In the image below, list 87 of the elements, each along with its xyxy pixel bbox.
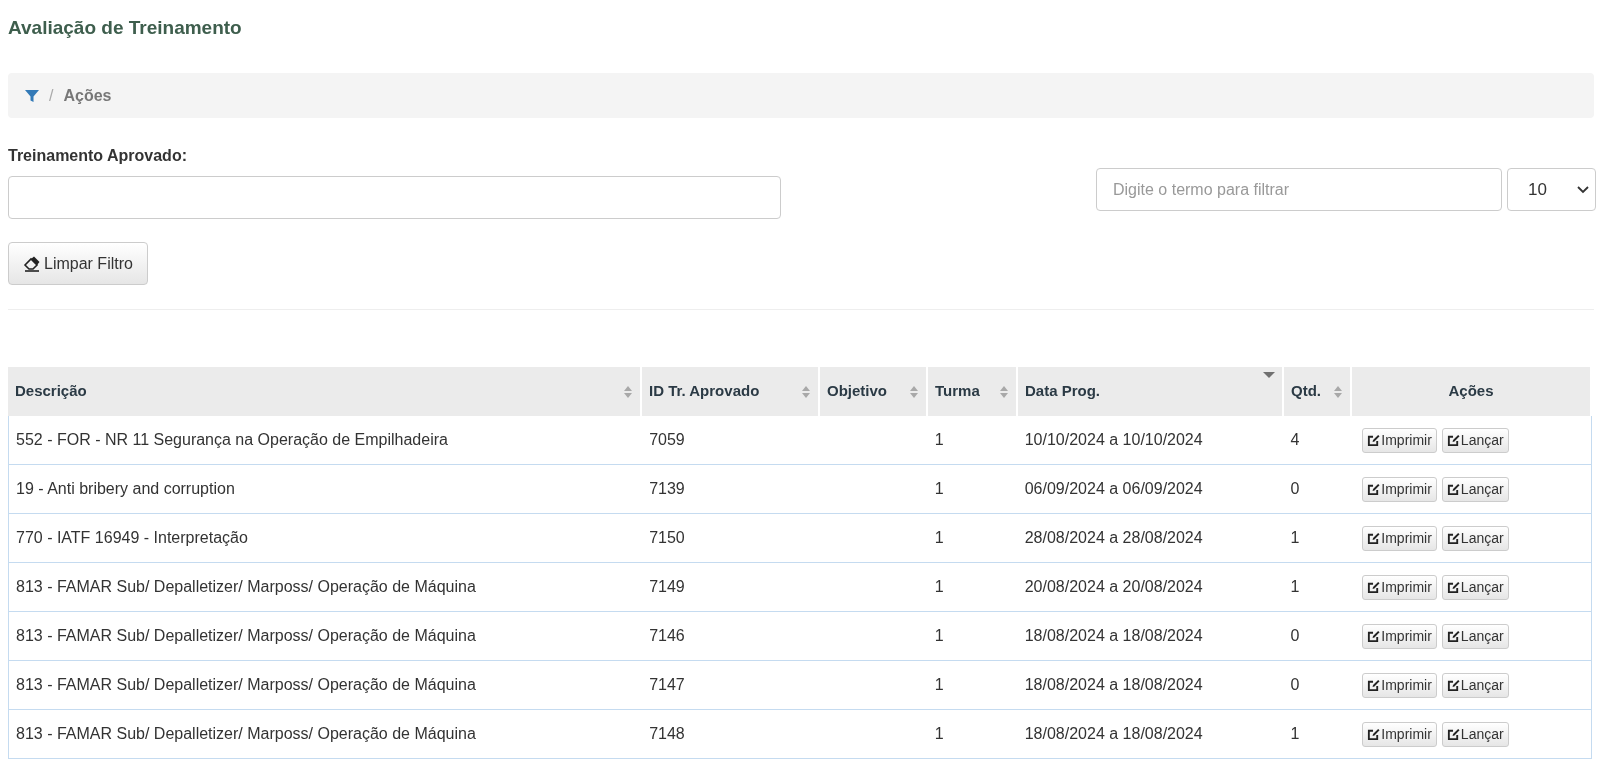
table-cell-text: 18/08/2024 a 18/08/2024: [1024, 626, 1203, 646]
table-cell-text: 552 - FOR - NR 11 Segurança na Operação de Empilhadeira: [16, 430, 448, 450]
row-action-button[interactable]: Lançar: [1441, 476, 1509, 502]
edit-icon: [1446, 531, 1460, 545]
table-cell-text: 1: [934, 577, 944, 597]
table-cell-text: 0: [1290, 479, 1300, 499]
table-cell-text: 1: [934, 479, 944, 499]
sort-icon[interactable]: [1333, 384, 1343, 399]
column-header[interactable]: Objetivo: [820, 367, 928, 416]
table-cell-text: 813 - FAMAR Sub/ Depalletizer/ Marposs/ Operação de Máquina: [16, 626, 476, 646]
edit-icon: [1367, 727, 1381, 741]
row-action-button[interactable]: Imprimir: [1362, 476, 1437, 502]
page-title: Avaliação de Treinamento: [8, 16, 243, 40]
row-action-button[interactable]: Imprimir: [1362, 525, 1437, 551]
table-cell-text: 1: [934, 675, 944, 695]
table-cell-text: 7147: [649, 675, 685, 695]
table-cell-text: 1: [1290, 577, 1300, 597]
sort-icon[interactable]: [623, 384, 633, 399]
edit-icon: [1446, 629, 1460, 643]
row-action-button[interactable]: Lançar: [1441, 721, 1509, 747]
column-header[interactable]: Descrição: [8, 367, 642, 416]
table-cell-text: 1: [934, 626, 944, 646]
edit-icon: [1367, 531, 1381, 545]
table-cell-text: 813 - FAMAR Sub/ Depalletizer/ Marposs/ Operação de Máquina: [16, 724, 476, 744]
sort-icon[interactable]: [999, 384, 1009, 399]
table-cell-text: 18/08/2024 a 18/08/2024: [1024, 724, 1203, 744]
field-label: Treinamento Aprovado:: [8, 146, 188, 166]
filter-icon[interactable]: [25, 88, 39, 103]
table-cell-text: 770 - IATF 16949 - Interpretação: [16, 528, 248, 548]
row-action-button[interactable]: Lançar: [1441, 427, 1509, 453]
edit-icon: [1367, 433, 1381, 447]
column-header[interactable]: Turma: [928, 367, 1018, 416]
row-action-button[interactable]: Lançar: [1441, 525, 1509, 551]
table-cell-text: 1: [934, 430, 944, 450]
table-cell-text: 7148: [649, 724, 685, 744]
column-header[interactable]: Data Prog.: [1018, 367, 1284, 416]
table-cell-text: 10/10/2024 a 10/10/2024: [1024, 430, 1203, 450]
breadcrumb-item[interactable]: Ações: [63, 83, 112, 108]
edit-icon: [1367, 580, 1381, 594]
sort-descending-icon[interactable]: [1263, 371, 1275, 379]
edit-icon: [1367, 482, 1381, 496]
sort-icon[interactable]: [801, 384, 811, 399]
search-field[interactable]: Digite o termo para filtrar: [1096, 168, 1502, 211]
table-cell-text: 1: [1290, 528, 1300, 548]
row-action-button[interactable]: Imprimir: [1362, 721, 1437, 747]
table-cell-text: 1: [934, 724, 944, 744]
table-cell-text: 7150: [649, 528, 685, 548]
clear-filter-button[interactable]: Limpar Filtro: [8, 242, 148, 285]
column-header: Ações: [1352, 367, 1592, 416]
table-cell-text: 06/09/2024 a 06/09/2024: [1024, 479, 1203, 499]
sort-icon[interactable]: [909, 384, 919, 399]
chevron-down-icon: [1577, 185, 1589, 194]
edit-icon: [1446, 433, 1460, 447]
row-action-button[interactable]: Lançar: [1441, 623, 1509, 649]
row-action-button[interactable]: Lançar: [1441, 672, 1509, 698]
table-cell-text: 7146: [649, 626, 685, 646]
input-field[interactable]: [8, 176, 781, 219]
table-cell-text: 0: [1290, 626, 1300, 646]
edit-icon: [1446, 580, 1460, 594]
table-cell-text: 7139: [649, 479, 685, 499]
table-cell-text: 18/08/2024 a 18/08/2024: [1024, 675, 1203, 695]
edit-icon: [1446, 482, 1460, 496]
table-cell-text: 1: [1290, 724, 1300, 744]
edit-icon: [1446, 727, 1460, 741]
table-cell-text: 813 - FAMAR Sub/ Depalletizer/ Marposs/ Operação de Máquina: [16, 675, 476, 695]
table-cell-text: 0: [1290, 675, 1300, 695]
eraser-icon: [23, 255, 41, 272]
table-cell-text: 20/08/2024 a 20/08/2024: [1024, 577, 1203, 597]
table-cell-text: 28/08/2024 a 28/08/2024: [1024, 528, 1203, 548]
column-header[interactable]: Qtd.: [1284, 367, 1352, 416]
row-action-button[interactable]: Lançar: [1441, 574, 1509, 600]
row-action-button[interactable]: Imprimir: [1362, 574, 1437, 600]
edit-icon: [1367, 629, 1381, 643]
edit-icon: [1446, 678, 1460, 692]
table-cell-text: 19 - Anti bribery and corruption: [16, 479, 235, 499]
row-action-button[interactable]: Imprimir: [1362, 427, 1437, 453]
row-action-button[interactable]: Imprimir: [1362, 623, 1437, 649]
row-action-button[interactable]: Imprimir: [1362, 672, 1437, 698]
table-cell-text: 813 - FAMAR Sub/ Depalletizer/ Marposs/ Operação de Máquina: [16, 577, 476, 597]
page-size-select[interactable]: 10: [1507, 168, 1596, 211]
edit-icon: [1367, 678, 1381, 692]
table-cell-text: 7059: [649, 430, 685, 450]
column-header[interactable]: ID Tr. Aprovado: [642, 367, 820, 416]
table-cell-text: 7149: [649, 577, 685, 597]
table-cell-text: 4: [1290, 430, 1300, 450]
breadcrumb-separator: /: [49, 85, 54, 106]
table-cell-text: 1: [934, 528, 944, 548]
